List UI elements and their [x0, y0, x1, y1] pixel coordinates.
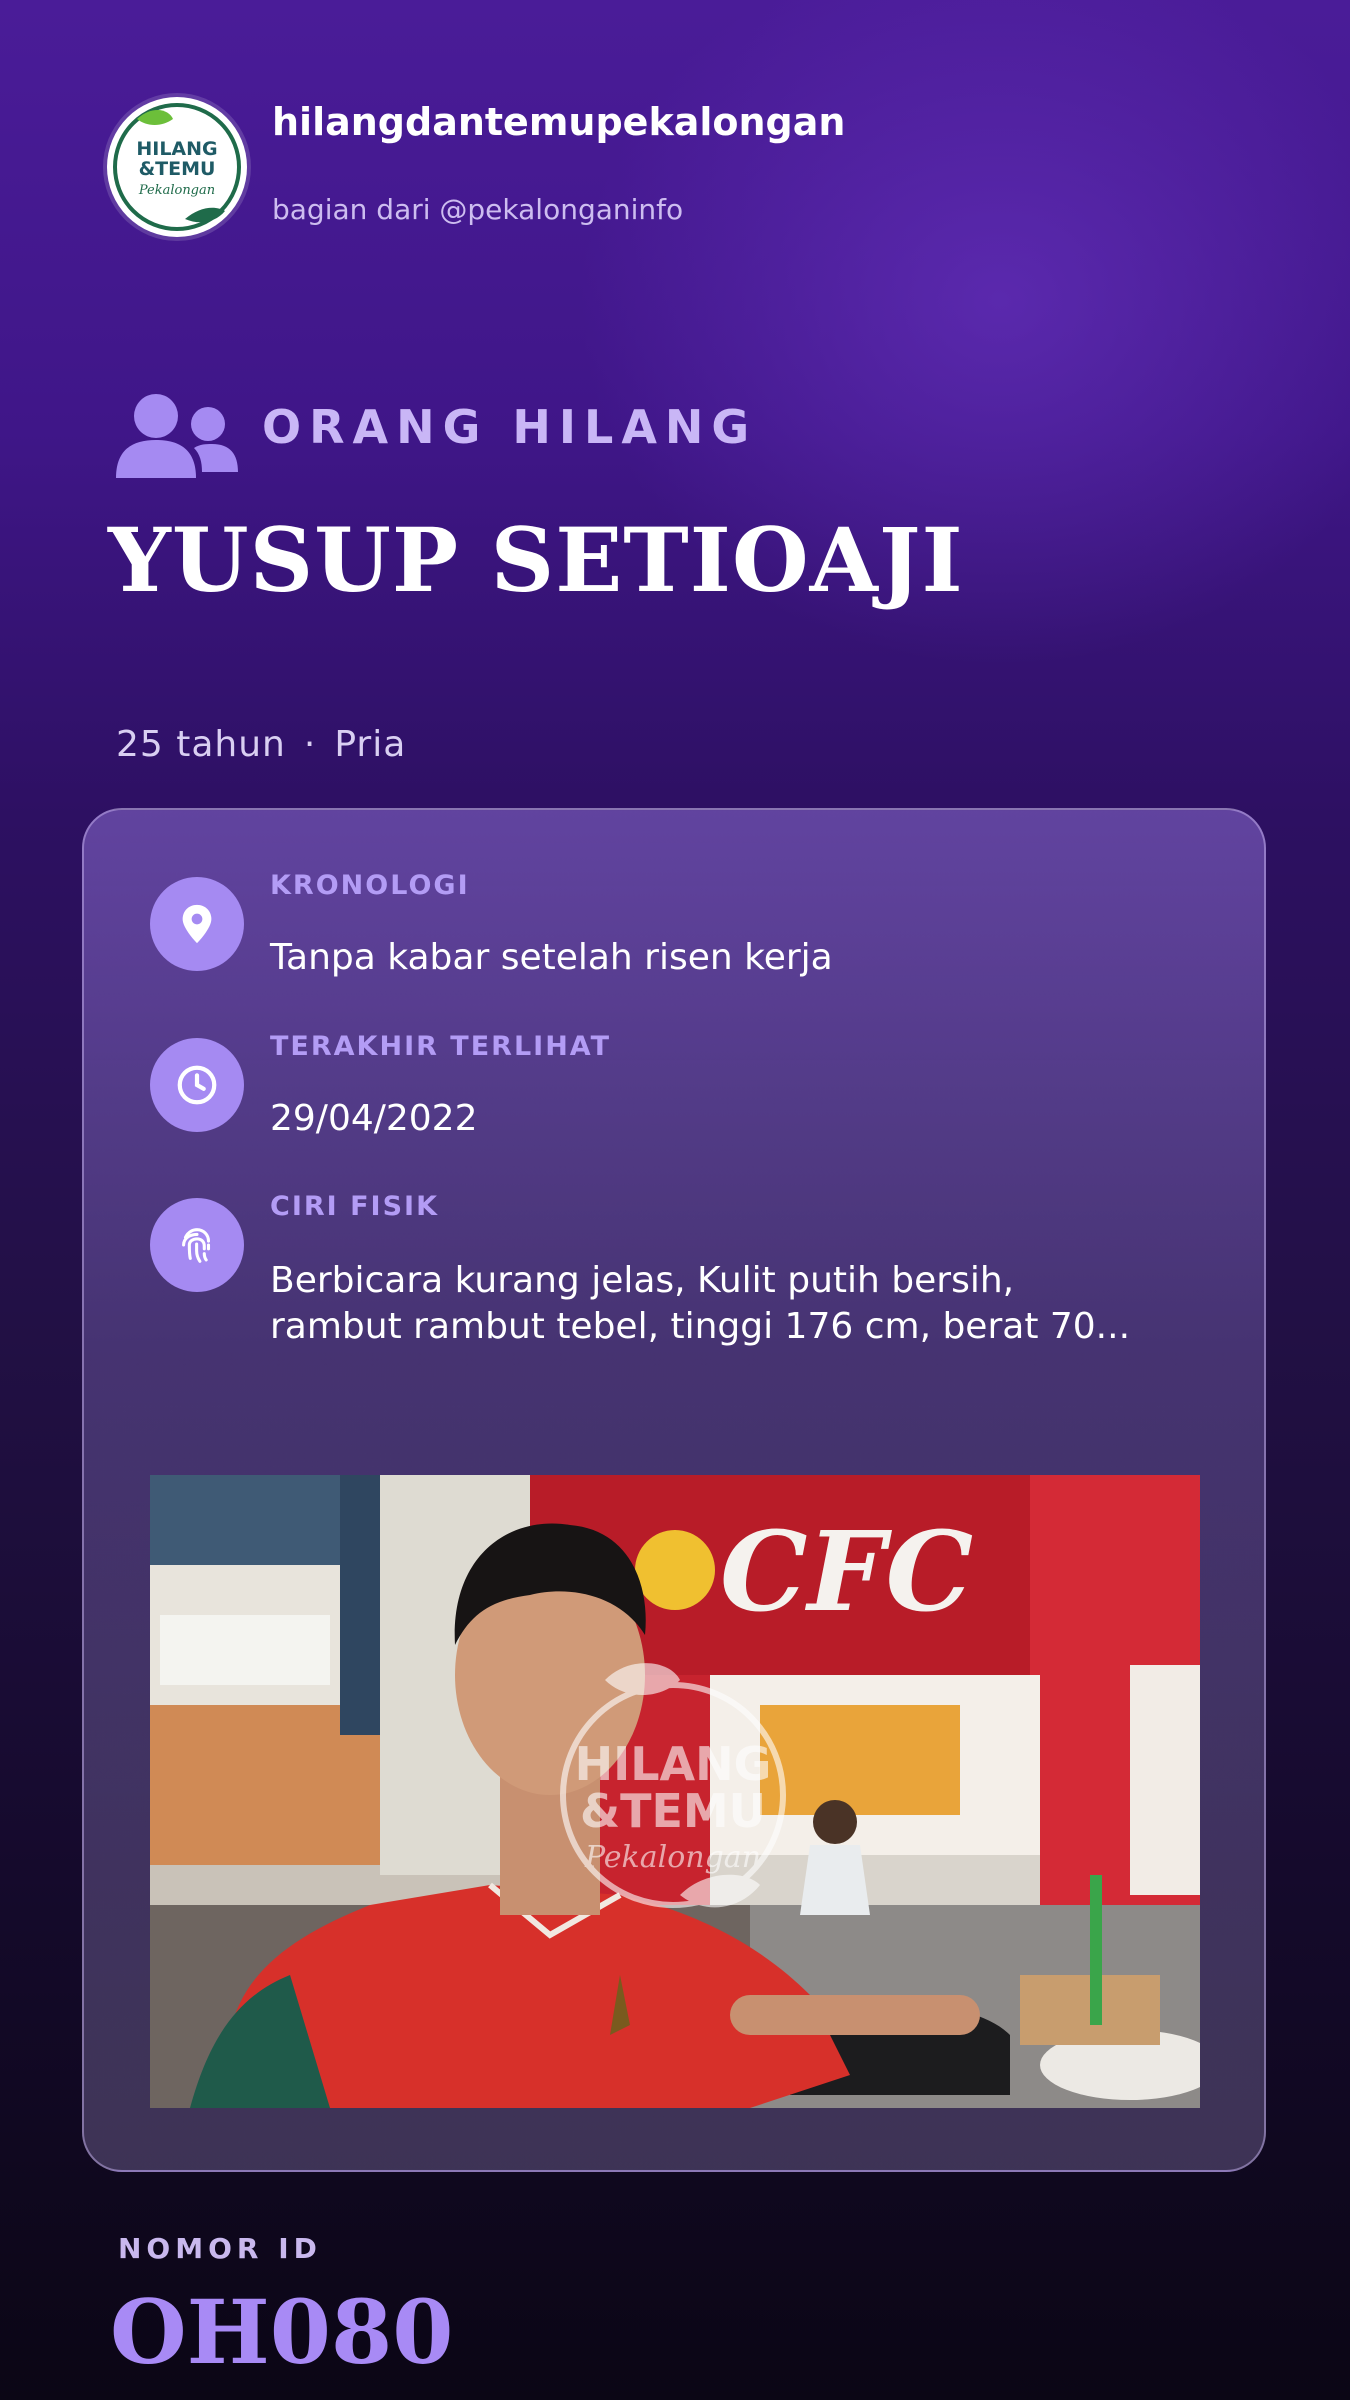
brand-logo-graphic: HILANG &TEMU Pekalongan	[113, 103, 241, 231]
person-meta: 25 tahun · Pria	[116, 724, 406, 765]
physical-traits-label: CIRI FISIK	[270, 1191, 440, 1222]
person-age: 25 tahun	[116, 724, 286, 765]
person-photo[interactable]: CFC HILANG &TEMU Pekalongan	[150, 1475, 1200, 2108]
id-value: OH080	[110, 2280, 454, 2384]
logo-text-1: HILANG	[136, 138, 217, 160]
physical-traits-line-2: rambut rambut tebel, tinggi 176 cm, bera…	[270, 1306, 1131, 1347]
person-name: YUSUP SETIOAJI	[108, 508, 964, 612]
physical-traits-line-1: Berbicara kurang jelas, Kulit putih bers…	[270, 1260, 1015, 1301]
logo-text-2: &TEMU	[139, 158, 216, 180]
id-label: NOMOR ID	[118, 2232, 322, 2265]
meta-separator: ·	[303, 724, 317, 765]
people-icon	[112, 390, 242, 480]
chronology-label: KRONOLOGI	[270, 870, 470, 901]
account-handle[interactable]: hilangdantemupekalongan	[272, 100, 845, 144]
watermark-text-1: HILANG	[575, 1737, 772, 1791]
watermark-text-2: &TEMU	[580, 1784, 766, 1838]
chronology-value: Tanpa kabar setelah risen kerja	[270, 937, 833, 978]
watermark-text-3: Pekalongan	[584, 1840, 761, 1875]
last-seen-value: 29/04/2022	[270, 1098, 478, 1139]
photo-signage-text: CFC	[720, 1507, 973, 1636]
person-gender: Pria	[334, 724, 407, 765]
category-label: ORANG HILANG	[262, 400, 758, 454]
last-seen-label: TERAKHIR TERLIHAT	[270, 1031, 612, 1062]
brand-logo: HILANG &TEMU Pekalongan	[107, 97, 247, 237]
physical-traits-value: Berbicara kurang jelas, Kulit putih bers…	[270, 1258, 1130, 1350]
clock-icon	[150, 1038, 244, 1132]
account-subtitle: bagian dari @pekalonganinfo	[272, 193, 684, 226]
logo-text-3: Pekalongan	[138, 183, 215, 198]
fingerprint-icon	[150, 1198, 244, 1292]
location-pin-icon	[150, 877, 244, 971]
